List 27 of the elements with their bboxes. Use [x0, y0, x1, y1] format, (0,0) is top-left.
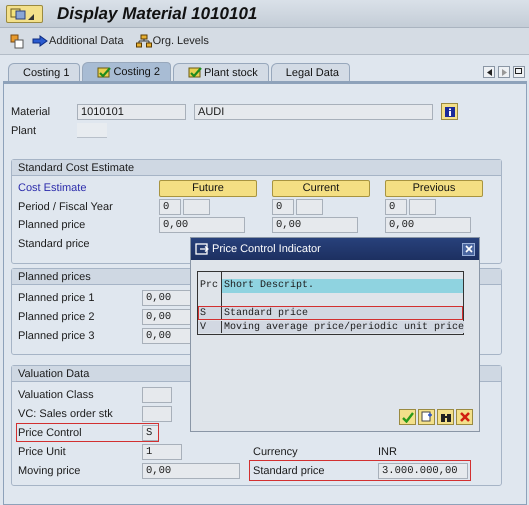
field-label: Material — [11, 106, 52, 118]
field-label: Moving price — [18, 464, 82, 476]
field-label: Standard price — [18, 238, 91, 250]
field-label: Planned price 1 — [18, 292, 96, 304]
field-label: Valuation Class — [18, 388, 95, 400]
table-cell: Standard price — [222, 307, 463, 319]
table-cell: V — [198, 321, 222, 333]
window-title: Display Material 1010101 — [57, 4, 258, 24]
group-title: Standard Cost Estimate — [18, 162, 134, 174]
table-cell: Moving average price/periodic unit price — [222, 321, 464, 333]
field-label: Planned price 2 — [18, 310, 96, 322]
group-title: Valuation Data — [18, 368, 90, 380]
field-label: Plant — [11, 124, 38, 136]
column-header: Prc — [198, 272, 222, 299]
field-label: Cost Estimate — [18, 182, 88, 194]
field-label: Planned price — [18, 219, 86, 232]
field-label: Planned price 3 — [18, 330, 96, 342]
currency-value: INR — [378, 446, 397, 458]
group-title: Planned prices — [18, 270, 91, 282]
field-label: Period / Fiscal Year — [18, 200, 114, 213]
field-label: Currency — [253, 446, 299, 458]
field-label: Standard price — [253, 464, 326, 476]
table-cell: S — [198, 307, 222, 319]
field-label: VC: Sales order stk — [18, 408, 114, 420]
field-label: Price Unit — [18, 446, 67, 458]
field-label: Price Control — [18, 426, 83, 438]
dialog-title: Price Control Indicator — [212, 243, 321, 255]
